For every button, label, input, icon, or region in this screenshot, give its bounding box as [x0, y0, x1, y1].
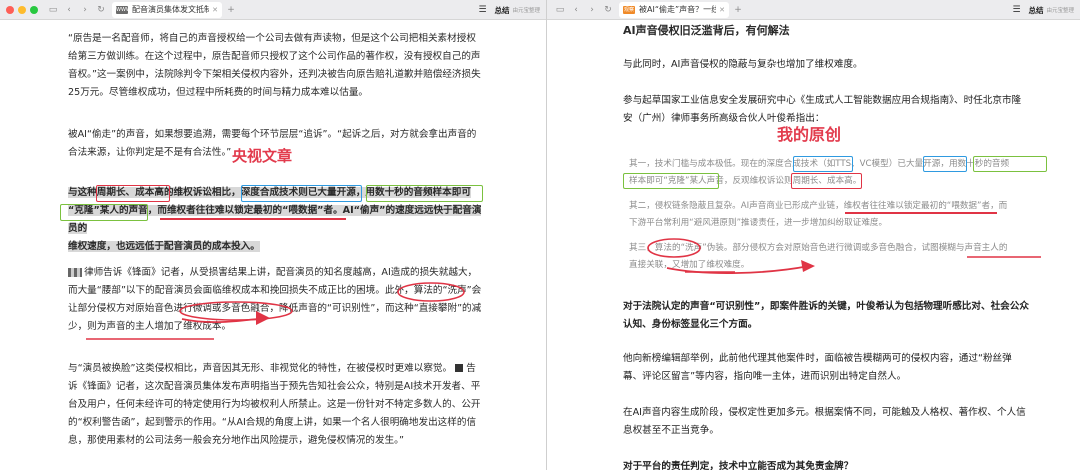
tab-active[interactable]: 观察 被AI“偷走”声音？一线配音演 ✕	[619, 1, 729, 18]
forward-icon[interactable]: ›	[585, 3, 599, 17]
paragraph-4: 他向新榜编辑部举例，此前他代理其他案件时，面临被告模糊两可的侵权内容，通过“粉丝…	[623, 353, 1012, 382]
new-tab-icon[interactable]: +	[731, 3, 745, 17]
circle-fusion	[179, 301, 293, 321]
sidebar-icon[interactable]: ▭	[46, 3, 60, 17]
summary-button[interactable]: ☰ 总结 由元宝整理	[475, 0, 540, 20]
tab-close-icon[interactable]: ✕	[212, 6, 218, 14]
back-icon[interactable]: ‹	[569, 3, 583, 17]
tab-active[interactable]: WWW 配音演员集体发文抵制AI，这 ✕	[112, 1, 222, 18]
right-annotation-strokes	[647, 238, 1041, 274]
window-controls	[6, 5, 38, 14]
circle-washing	[647, 238, 701, 258]
tab-close-icon[interactable]: ✕	[719, 6, 725, 14]
summary-sub: 由元宝整理	[512, 8, 540, 14]
summary-sub: 由元宝整理	[1046, 8, 1074, 14]
circle-washing	[397, 282, 465, 302]
arrow-head	[256, 311, 270, 325]
forward-icon[interactable]: ›	[78, 3, 92, 17]
right-browser-window: ▭ ‹ › ↻ 观察 被AI“偷走”声音？一线配音演 ✕ + ☰ 总结 由元宝整…	[547, 0, 1080, 470]
summary-button[interactable]: ☰ 总结 由元宝整理	[1009, 0, 1074, 20]
back-icon[interactable]: ‹	[62, 3, 76, 17]
favicon-icon: WWW	[116, 5, 131, 14]
reload-icon[interactable]: ↻	[601, 3, 615, 17]
paragraph-5: 在AI声音内容生成阶段，侵权定性更加多元。根据案情不同，可能触及人格权、著作权、…	[623, 407, 1026, 436]
favicon-icon: 观察	[623, 5, 635, 14]
summary-icon: ☰	[478, 5, 487, 15]
minimize-window-button[interactable]	[18, 5, 26, 14]
left-browser-window: ▭ ‹ › ↻ WWW 配音演员集体发文抵制AI，这 ✕ + ☰ 总结 由元宝整…	[0, 0, 547, 470]
arrow-head	[801, 260, 815, 272]
tab-title: 被AI“偷走”声音？一线配音演	[639, 5, 717, 14]
redacted-icon	[455, 364, 464, 372]
summary-icon: ☰	[1012, 5, 1021, 15]
paragraph-6: 对于平台的责任判定，技术中立能否成为其免责金牌？	[623, 461, 854, 470]
reload-icon[interactable]: ↻	[94, 3, 108, 17]
sidebar-icon[interactable]: ▭	[553, 3, 567, 17]
close-window-button[interactable]	[6, 5, 14, 14]
left-toolbar: ▭ ‹ › ↻ WWW 配音演员集体发文抵制AI，这 ✕ + ☰ 总结 由元宝整…	[0, 0, 546, 20]
left-article: “原告是一名配音师，将自己的声音授权给一个公司去做有声读物，但是这个公司把相关素…	[0, 20, 546, 470]
summary-label: 总结	[494, 5, 510, 15]
maximize-window-button[interactable]	[30, 5, 38, 14]
right-article: AI声音侵权旧泛滥背后，有何解法 与此同时，AI声音侵权的隐蔽与复杂也增加了维权…	[547, 20, 1080, 470]
tab-title: 配音演员集体发文抵制AI，这	[132, 5, 209, 14]
summary-label: 总结	[1028, 5, 1044, 15]
new-tab-icon[interactable]: +	[224, 3, 238, 17]
paragraph-3: 对于法院认定的声音“可识别性”，即案件胜诉的关键，叶俊希认为包括物理听感比对、社…	[623, 301, 1029, 330]
right-toolbar: ▭ ‹ › ↻ 观察 被AI“偷走”声音？一线配音演 ✕ + ☰ 总结 由元宝整…	[547, 0, 1080, 20]
paragraph-5: 与“演员被换脸”这类侵权相比，声音因其无形、非视觉化的特性，在被侵权时更难以察觉…	[68, 363, 481, 446]
